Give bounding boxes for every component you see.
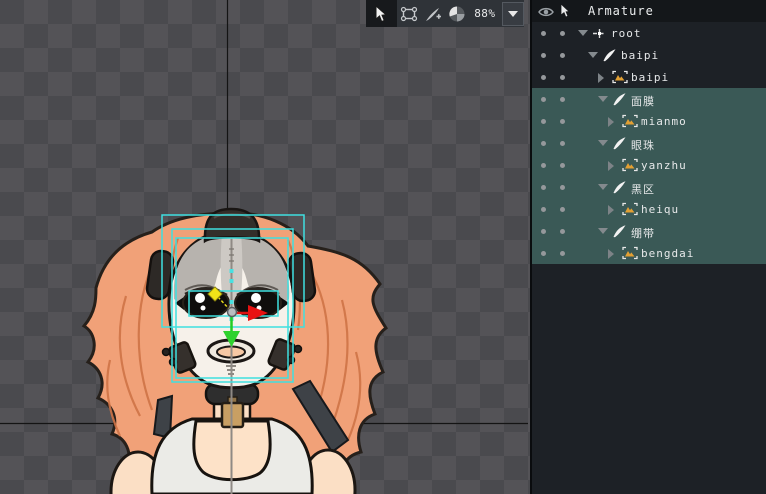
visibility-dot[interactable]: [541, 163, 546, 168]
tree-row-label: 黑区: [631, 181, 655, 197]
chevron-down-icon[interactable]: [578, 30, 588, 36]
chevron-right-icon[interactable]: [598, 73, 604, 83]
lock-dot[interactable]: [560, 207, 565, 212]
tree-row-yanzhu-mesh[interactable]: 眼珠: [532, 132, 766, 154]
visibility-dot[interactable]: [541, 229, 546, 234]
transform-handles-icon: [400, 5, 418, 23]
pen-add-icon: [424, 5, 442, 23]
tree-row-baipi-image[interactable]: baipi: [532, 66, 766, 88]
tree-row-heiqu-mesh[interactable]: 黑区: [532, 176, 766, 198]
tree-row-label: 眼珠: [631, 137, 655, 153]
tree-row-baipi-mesh[interactable]: baipi: [532, 44, 766, 66]
create-bone-tool-button[interactable]: [421, 0, 445, 27]
pie-circle-icon: [448, 5, 466, 23]
tree-row-label: root: [611, 27, 642, 40]
visibility-dot[interactable]: [541, 53, 546, 58]
rotation-tool-button[interactable]: [445, 0, 469, 27]
lock-dot[interactable]: [560, 75, 565, 80]
lock-dot[interactable]: [560, 163, 565, 168]
eye-icon[interactable]: [538, 6, 554, 18]
panel-header: Armature: [532, 0, 766, 22]
cursor-icon[interactable]: [559, 3, 572, 19]
visibility-dot[interactable]: [541, 97, 546, 102]
lock-dot[interactable]: [560, 53, 565, 58]
tree-row-label: 绷带: [631, 225, 655, 241]
tree-row-label: mianmo: [641, 115, 687, 128]
image-icon: [622, 158, 638, 172]
app-window: 88% Armature: [0, 0, 766, 494]
visibility-dot[interactable]: [541, 31, 546, 36]
chevron-down-icon: [508, 11, 518, 17]
tree-row-root[interactable]: root: [532, 22, 766, 44]
toolbar-dropdown-button[interactable]: [502, 2, 524, 26]
lock-dot[interactable]: [560, 185, 565, 190]
armature-hierarchy-panel: Armature root ba: [530, 0, 766, 494]
lock-dot[interactable]: [560, 119, 565, 124]
scene-viewport[interactable]: 88%: [0, 0, 530, 494]
image-icon: [612, 70, 628, 84]
lock-dot[interactable]: [560, 141, 565, 146]
mesh-icon: [612, 92, 627, 107]
mesh-icon: [602, 48, 617, 63]
tree-row-yanzhu-image[interactable]: yanzhu: [532, 154, 766, 176]
visibility-dot[interactable]: [541, 185, 546, 190]
visibility-dot[interactable]: [541, 75, 546, 80]
image-icon: [622, 246, 638, 260]
image-icon: [622, 202, 638, 216]
transform-tool-button[interactable]: [397, 0, 421, 27]
tree-row-bengdai-image[interactable]: bengdai: [532, 242, 766, 264]
gizmo-center-handle[interactable]: [228, 308, 237, 317]
chevron-right-icon[interactable]: [608, 117, 614, 127]
visibility-dot[interactable]: [541, 119, 546, 124]
panel-title: Armature: [588, 4, 654, 18]
mesh-icon: [612, 136, 627, 151]
mesh-icon: [612, 224, 627, 239]
chevron-down-icon[interactable]: [598, 184, 608, 190]
root-node-icon: [592, 26, 607, 41]
chevron-down-icon[interactable]: [598, 96, 608, 102]
lock-dot[interactable]: [560, 97, 565, 102]
tree-row-mianmo-image[interactable]: mianmo: [532, 110, 766, 132]
image-icon: [622, 114, 638, 128]
chevron-right-icon[interactable]: [608, 205, 614, 215]
tree-row-label: heiqu: [641, 203, 679, 216]
cursor-icon: [373, 5, 389, 23]
tree-row-label: 面膜: [631, 93, 655, 109]
chevron-down-icon[interactable]: [588, 52, 598, 58]
lock-dot[interactable]: [560, 229, 565, 234]
select-tool-button[interactable]: [366, 0, 397, 27]
tree-row-label: baipi: [621, 49, 659, 62]
visibility-dot[interactable]: [541, 141, 546, 146]
visibility-dot[interactable]: [541, 207, 546, 212]
tree-row-label: yanzhu: [641, 159, 687, 172]
tree-row-label: baipi: [631, 71, 669, 84]
chevron-right-icon[interactable]: [608, 249, 614, 259]
tree-row-label: bengdai: [641, 247, 694, 260]
tree-row-mianmo-mesh[interactable]: 面膜: [532, 88, 766, 110]
visibility-dot[interactable]: [541, 251, 546, 256]
chevron-down-icon[interactable]: [598, 140, 608, 146]
viewport-toolbar: 88%: [366, 0, 524, 27]
hierarchy-tree: root baipi baipi: [532, 22, 766, 264]
zoom-level-label: 88%: [469, 7, 501, 20]
lock-dot[interactable]: [560, 251, 565, 256]
mesh-icon: [612, 180, 627, 195]
lock-dot[interactable]: [560, 31, 565, 36]
tree-row-bengdai-mesh[interactable]: 绷带: [532, 220, 766, 242]
tree-row-heiqu-image[interactable]: heiqu: [532, 198, 766, 220]
chevron-down-icon[interactable]: [598, 228, 608, 234]
character-canvas[interactable]: [0, 0, 530, 494]
chevron-right-icon[interactable]: [608, 161, 614, 171]
